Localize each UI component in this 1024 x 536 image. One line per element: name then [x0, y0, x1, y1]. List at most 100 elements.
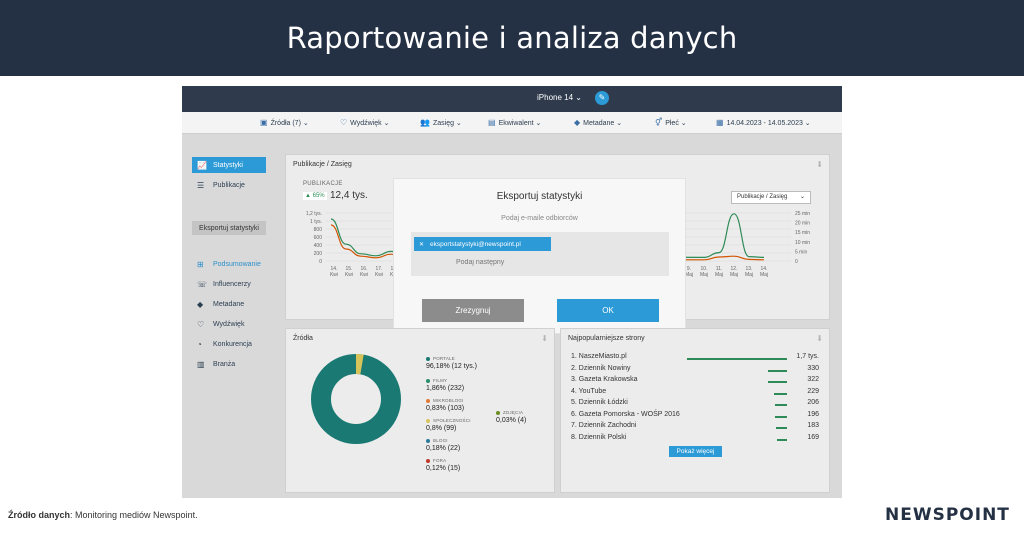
table-row[interactable]: 6. Gazeta Pomorska - WOŚP 2016 196	[571, 411, 821, 422]
sidebar-item-label: Konkurencja	[213, 340, 252, 348]
show-more-button[interactable]: Pokaż więcej	[669, 446, 722, 457]
tags-icon: ◆	[574, 118, 581, 127]
filter-date-range[interactable]: ▦ 14.04.2023 - 14.05.2023 ⌄	[716, 118, 811, 127]
legend-item: BLOGI 0,18% (22)	[426, 437, 460, 453]
sidebar-item-influencers[interactable]: ☏ Influencerzy	[192, 276, 266, 292]
x-tick-label: Kwi	[345, 272, 353, 278]
site-value: 196	[807, 410, 819, 418]
sidebar-item-competition[interactable]: ◔ Konkurencja	[192, 336, 266, 352]
legend-name: FORA	[426, 457, 460, 465]
donut-segment-small	[355, 354, 364, 375]
y-tick-label: 1,2 tys.	[306, 211, 322, 217]
device-selector[interactable]: iPhone 14 ⌄	[537, 93, 582, 102]
x-tick-label: Kwi	[360, 272, 368, 278]
download-icon[interactable]: ⬇	[816, 160, 823, 169]
filter-metadata[interactable]: ◆ Metadane ⌄	[574, 118, 622, 127]
site-value: 330	[807, 364, 819, 372]
sidebar-item-label: Statystyki	[213, 161, 243, 169]
sources-donut-chart	[311, 354, 401, 444]
site-name: 4. YouTube	[571, 387, 607, 395]
table-row[interactable]: 5. Dziennik Łódzki 206	[571, 399, 821, 410]
filter-label: 14.04.2023 - 14.05.2023	[726, 120, 803, 127]
sidebar-item-label: Wydźwięk	[213, 320, 245, 328]
legend-dot	[426, 438, 430, 443]
filter-label: Metadane	[583, 120, 615, 127]
slide-banner: Raportowanie i analiza danych	[0, 0, 1024, 76]
download-icon[interactable]: ⬇	[816, 334, 823, 343]
filter-label: Płeć	[665, 120, 679, 127]
legend-name: FILMY	[426, 377, 464, 385]
table-row[interactable]: 2. Dziennik Nowiny 330	[571, 365, 821, 376]
sidebar-item-label: Branża	[213, 360, 236, 368]
chevron-down-icon: ⌄	[575, 93, 582, 102]
sidebar-item-industry[interactable]: ▥ Branża	[192, 356, 266, 372]
table-row[interactable]: 1. NaszeMiasto.pl 1,7 tys.	[571, 353, 821, 364]
table-row[interactable]: 3. Gazeta Krakowska 322	[571, 376, 821, 387]
building-icon: ▥	[197, 359, 205, 369]
table-row[interactable]: 7. Dziennik Zachodni 183	[571, 422, 821, 433]
top-sites-panel: Najpopularniejsze strony ⬇ 1. NaszeMiast…	[560, 328, 830, 493]
site-value: 183	[807, 422, 819, 429]
site-value: 206	[807, 399, 819, 406]
filter-sentiment[interactable]: ♡ Wydźwięk ⌄	[340, 118, 389, 127]
export-statistics-button[interactable]: Eksportuj statystyki	[192, 221, 266, 235]
x-tick-label: Maj	[715, 272, 723, 278]
table-row[interactable]: 4. YouTube 229	[571, 388, 821, 399]
user-icon: ☏	[197, 279, 208, 289]
email-input[interactable]	[456, 259, 606, 266]
legend-dot	[426, 398, 430, 403]
top-bar: iPhone 14 ⌄ ✎	[182, 86, 842, 112]
site-bar	[774, 392, 787, 395]
modal-subtitle: Podaj e-maile odbiorców	[501, 215, 578, 222]
publications-label: PUBLIKACJE	[303, 181, 343, 187]
close-icon[interactable]: ✕	[419, 241, 424, 248]
cancel-button[interactable]: Zrezygnuj	[422, 299, 524, 322]
legend-name: MIKROBLOGI	[426, 397, 464, 405]
app-screenshot: iPhone 14 ⌄ ✎ ▣ Źródła (7) ⌄ ♡ Wydźwięk ⌄ …	[182, 86, 842, 498]
filter-bar: ▣ Źródła (7) ⌄ ♡ Wydźwięk ⌄ 👥 Zasięg ⌄ ▤ Ekw…	[182, 112, 842, 134]
y-tick-label: 5 min	[795, 249, 807, 255]
device-label: iPhone 14	[537, 93, 574, 102]
legend-value: 0,18% (22)	[426, 445, 461, 452]
table-row[interactable]: 8. Dziennik Polski 169	[571, 434, 821, 445]
sidebar: 📈 Statystyki ☰ Publikacje Eksportuj statys…	[182, 134, 274, 498]
site-bar	[687, 358, 787, 360]
legend-item: SPOŁECZNOŚCI 0,8% (99)	[426, 417, 471, 433]
sidebar-item-statistics[interactable]: 📈 Statystyki	[192, 157, 266, 173]
filter-equivalent[interactable]: ▤ Ekwiwalent ⌄	[488, 118, 541, 127]
source-text: : Monitoring mediów Newspoint.	[70, 510, 198, 520]
panel-title: Najpopularniejsze strony	[568, 335, 645, 342]
site-name: 1. NaszeMiasto.pl	[571, 353, 627, 360]
sidebar-item-metadata[interactable]: ◆ Metadane	[192, 296, 266, 312]
ok-button[interactable]: OK	[557, 299, 659, 322]
site-name: 7. Dziennik Zachodni	[571, 422, 637, 429]
filter-sources[interactable]: ▣ Źródła (7) ⌄	[260, 118, 309, 127]
y-tick-label: 15 min	[795, 230, 810, 236]
sidebar-item-publications[interactable]: ☰ Publikacje	[192, 177, 266, 193]
filter-gender[interactable]: ⚥ Płeć ⌄	[655, 118, 687, 127]
list-icon: ☰	[197, 180, 205, 190]
legend-name: ZDJĘCIA	[496, 409, 526, 417]
sidebar-item-summary[interactable]: ⊞ Podsumowanie	[192, 256, 266, 272]
sidebar-item-sentiment[interactable]: ♡ Wydźwięk	[192, 316, 266, 332]
x-tick-label: Kwi	[375, 272, 383, 278]
legend-item: FORA 0,12% (15)	[426, 457, 460, 473]
y-tick-label: 25 min	[795, 211, 810, 217]
source-note: Źródło danych: Monitoring mediów Newspoi…	[8, 510, 198, 520]
site-bar	[775, 415, 787, 418]
email-tag-label: eksportstatystyki@newspoint.pl	[430, 240, 521, 248]
chart-icon: 📈	[197, 160, 207, 170]
donut-segment-portals	[311, 354, 401, 444]
legend-dot	[426, 356, 430, 361]
filter-label: Zasięg	[432, 120, 454, 127]
export-modal: Eksportuj statystyki Podaj e-maile odbio…	[393, 178, 686, 334]
edit-pencil-icon[interactable]: ✎	[595, 91, 609, 105]
filter-reach[interactable]: 👥 Zasięg ⌄	[420, 118, 462, 127]
site-name: 6. Gazeta Pomorska - WOŚP 2016	[571, 410, 680, 418]
download-icon[interactable]: ⬇	[541, 334, 548, 343]
email-tag[interactable]: ✕ eksportstatystyki@newspoint.pl	[414, 237, 551, 251]
site-value: 169	[807, 433, 819, 441]
site-name: 2. Dziennik Nowiny	[571, 364, 631, 372]
legend-value: 0,03% (4)	[496, 417, 527, 424]
sidebar-item-label: Influencerzy	[213, 280, 251, 288]
